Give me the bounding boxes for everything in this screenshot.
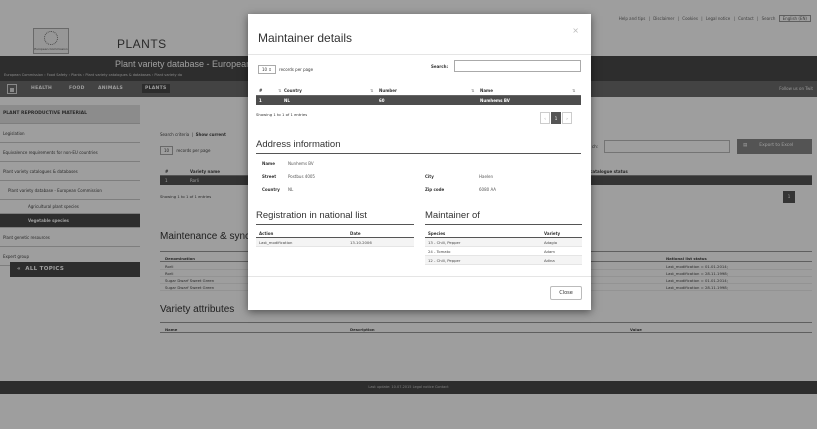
maintainer-details-dialog: Maintainer details × 10 ⇕ records per pa… <box>248 14 591 310</box>
street-label: Street <box>262 174 277 179</box>
city-label: City <box>425 174 434 179</box>
country-label: Country <box>262 187 280 192</box>
address-heading: Address information <box>256 139 341 150</box>
name-label: Name <box>262 161 275 166</box>
col-number-id[interactable]: Number <box>379 88 397 93</box>
records-per-page-select[interactable]: 10 ⇕ <box>258 65 276 74</box>
divider <box>425 224 582 225</box>
table-row: 13 - Chili, Pepper Adagio <box>425 238 582 247</box>
table-row: 12 - Chili, Pepper Adina <box>425 256 582 265</box>
maintainer-of-table-header: Species Variety <box>425 229 582 238</box>
maintainer-of-heading: Maintainer of <box>425 210 480 221</box>
chevron-down-icon: ⇕ <box>268 67 272 72</box>
prev-page-button[interactable]: ‹ <box>540 112 550 124</box>
search-input[interactable] <box>454 60 581 72</box>
street-value: Postbus 4005 <box>288 174 315 179</box>
search-label: Search: <box>431 64 449 69</box>
sort-icon: ⇅ <box>278 88 282 93</box>
dialog-title: Maintainer details <box>258 31 353 45</box>
next-page-button[interactable]: › <box>562 112 572 124</box>
country-value: NL <box>288 187 294 192</box>
records-per-page: 10 ⇕ records per page <box>258 65 313 74</box>
col-country[interactable]: Country <box>284 88 302 93</box>
table-row[interactable]: 1 NL 60 Numhems BV <box>256 96 581 105</box>
city-value: Haelen <box>479 174 494 179</box>
sort-icon: ⇅ <box>471 88 475 93</box>
registration-heading: Registration in national list <box>256 210 367 221</box>
page-1-button[interactable]: 1 <box>551 112 561 124</box>
divider <box>248 54 591 55</box>
divider <box>248 276 591 277</box>
zip-value: 6080 AA <box>479 187 497 192</box>
divider <box>256 224 414 225</box>
zip-label: Zip code <box>425 187 445 192</box>
close-icon[interactable]: × <box>572 26 579 35</box>
table-row: 24 - Tomato Adam <box>425 247 582 256</box>
close-button[interactable]: Close <box>550 286 582 300</box>
col-name[interactable]: Name <box>480 88 493 93</box>
divider <box>256 153 581 154</box>
sort-icon: ⇅ <box>370 88 374 93</box>
maintainer-table-header: # ⇅ Country ⇅ Number ⇅ Name ⇅ <box>256 86 581 96</box>
sort-icon: ⇅ <box>572 88 576 93</box>
col-number[interactable]: # <box>259 88 262 93</box>
registration-table-header: Action Date <box>256 229 414 238</box>
name-value: Nunhems BV <box>288 161 314 166</box>
table-row: Last_modification 13.10.2006 <box>256 238 414 247</box>
showing-entries: Showing 1 to 1 of 1 entries <box>256 112 308 117</box>
